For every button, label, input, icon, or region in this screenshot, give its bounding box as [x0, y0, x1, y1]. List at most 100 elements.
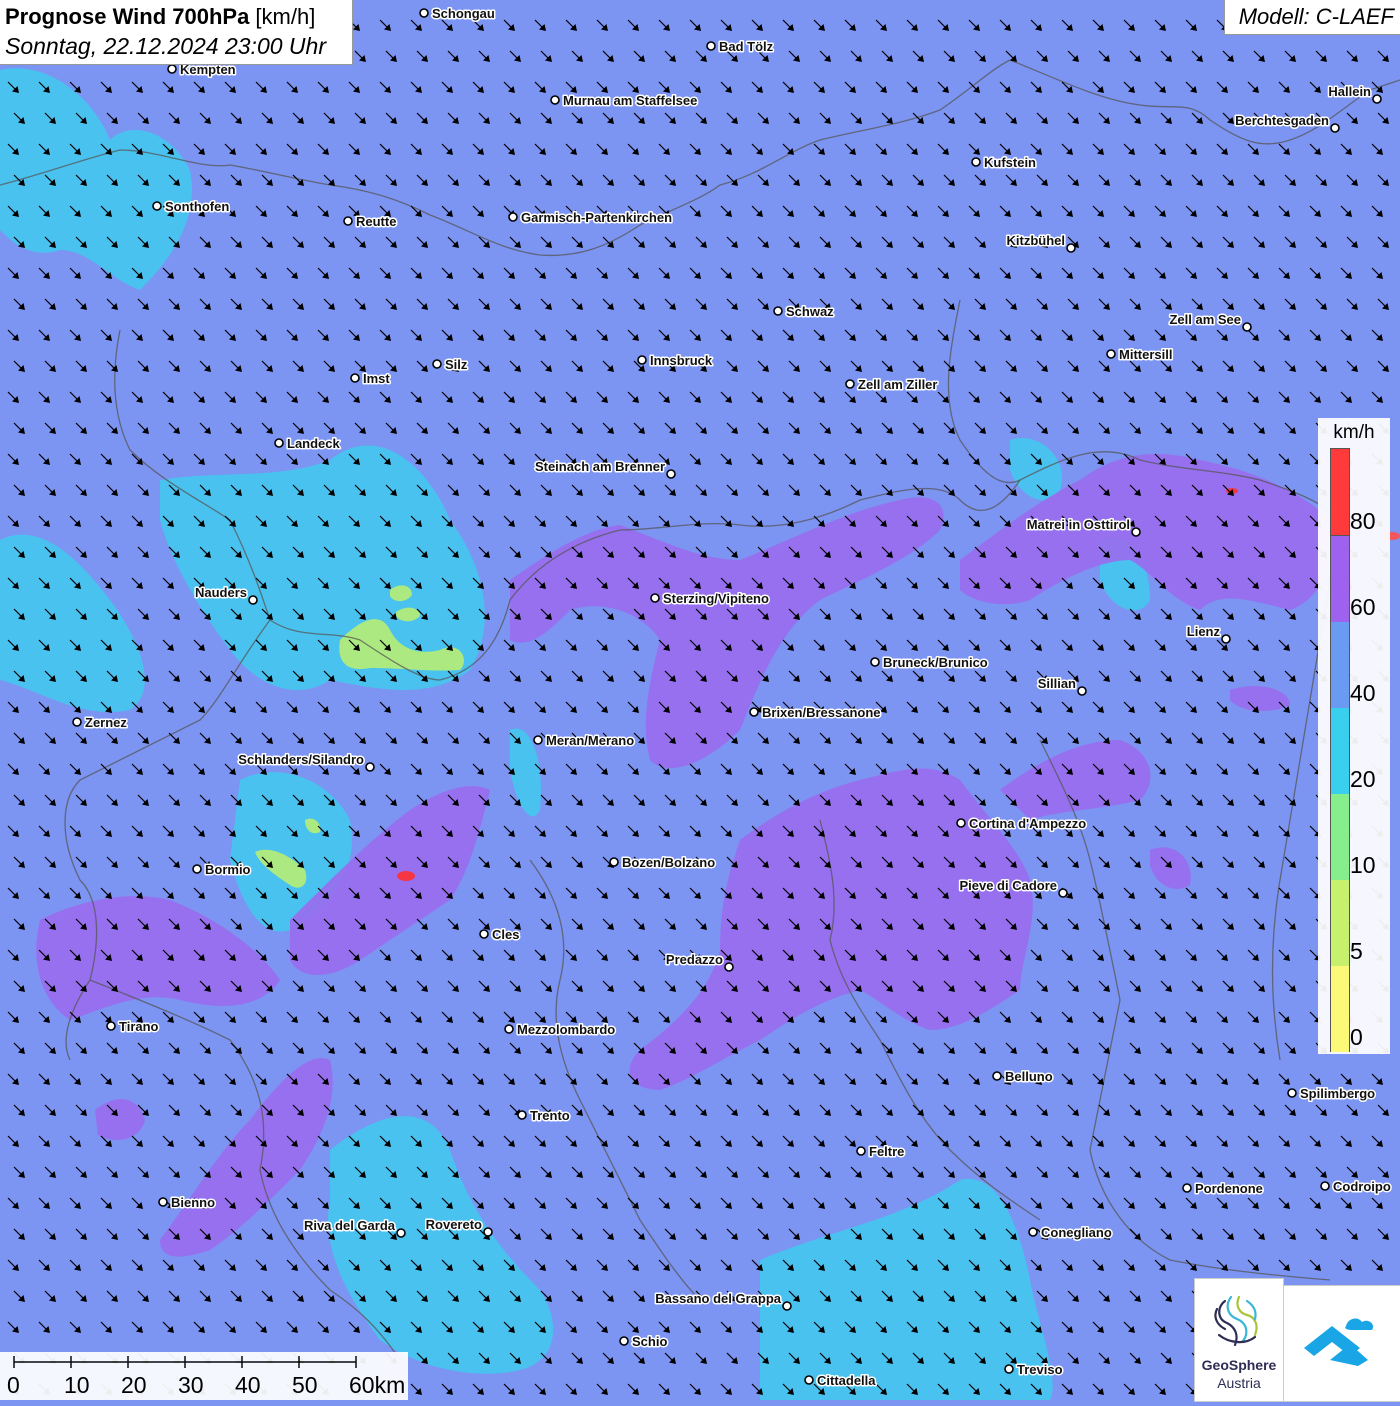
- city-label: Bad Tölz: [719, 39, 774, 54]
- city-label: Zell am Ziller: [858, 377, 937, 392]
- city-label: Innsbruck: [650, 353, 713, 368]
- city-dot-icon: [870, 657, 880, 667]
- city-dot-icon: [350, 373, 360, 383]
- city-label: Conegliano: [1041, 1225, 1112, 1240]
- city-dot-icon: [856, 1146, 866, 1156]
- city-label: Bruneck/Brunico: [883, 655, 988, 670]
- city-dot-icon: [274, 438, 284, 448]
- legend-color-segment: [1331, 965, 1349, 1052]
- city-label: Garmisch-Partenkirchen: [521, 210, 672, 225]
- city-label: Bormio: [205, 862, 251, 877]
- city-label: Feltre: [869, 1144, 904, 1159]
- city-marker[interactable]: Bruneck/Brunico: [870, 654, 989, 672]
- scale-bar-box: [0, 1352, 408, 1400]
- city-dot-icon: [782, 1301, 792, 1311]
- city-dot-icon: [483, 1227, 493, 1237]
- city-label: Imst: [363, 371, 390, 386]
- city-label: Sillian: [1038, 676, 1076, 691]
- city-dot-icon: [992, 1071, 1002, 1081]
- city-dot-icon: [1131, 527, 1141, 537]
- city-label: Mezzolombardo: [517, 1022, 615, 1037]
- legend-color-segment: [1331, 449, 1349, 535]
- city-dot-icon: [1330, 123, 1340, 133]
- city-marker[interactable]: Meran/Merano: [533, 732, 636, 750]
- legend-colorbar: [1330, 448, 1350, 1052]
- city-marker[interactable]: Sonthofen: [152, 198, 231, 216]
- geosphere-emblem-icon: [1214, 1295, 1258, 1347]
- city-marker[interactable]: Zell am Ziller: [845, 376, 939, 394]
- city-dot-icon: [1221, 634, 1231, 644]
- legend-color-segment: [1331, 621, 1349, 708]
- city-marker[interactable]: Conegliano: [1028, 1224, 1113, 1242]
- city-dot-icon: [167, 64, 177, 74]
- city-label: Sterzing/Vipiteno: [663, 591, 769, 606]
- city-marker[interactable]: Brixen/Bressanone: [749, 704, 882, 722]
- city-dot-icon: [343, 216, 353, 226]
- city-dot-icon: [1106, 349, 1116, 359]
- city-label: Brixen/Bressanone: [762, 705, 881, 720]
- wind-map[interactable]: SchongauBad TölzKemptenMurnau am Staffel…: [0, 0, 1400, 1400]
- legend-color-segment: [1331, 535, 1349, 622]
- city-label: Mittersill: [1119, 347, 1172, 362]
- city-label: Berchtesgaden: [1235, 113, 1329, 128]
- city-dot-icon: [550, 95, 560, 105]
- scale-label: 50: [292, 1372, 318, 1398]
- city-label: Zell am See: [1169, 312, 1241, 327]
- city-dot-icon: [72, 717, 82, 727]
- city-label: Hallein: [1328, 84, 1371, 99]
- city-dot-icon: [1066, 243, 1076, 253]
- cloud-app-logo[interactable]: [1283, 1285, 1400, 1402]
- city-label: Bozen/Bolzano: [622, 855, 715, 870]
- map-title: Prognose Wind 700hPa [km/h]: [5, 4, 315, 30]
- city-marker[interactable]: Pordenone: [1182, 1180, 1264, 1198]
- title-box: Prognose Wind 700hPa [km/h] Sonntag, 22.…: [0, 0, 353, 65]
- city-dot-icon: [956, 818, 966, 828]
- city-label: Reutte: [356, 214, 396, 229]
- city-label: Belluno: [1005, 1069, 1053, 1084]
- city-label: Silz: [445, 357, 468, 372]
- city-label: Steinach am Brenner: [535, 459, 665, 474]
- city-dot-icon: [152, 201, 162, 211]
- city-dot-icon: [749, 707, 759, 717]
- city-dot-icon: [106, 1021, 116, 1031]
- city-label: Cortina d'Ampezzo: [969, 816, 1086, 831]
- city-label: Cittadella: [817, 1373, 876, 1388]
- city-marker[interactable]: Mezzolombardo: [504, 1021, 617, 1039]
- city-marker[interactable]: Cortina d'Ampezzo: [956, 815, 1088, 833]
- city-label: Bassano del Grappa: [655, 1291, 781, 1306]
- city-marker[interactable]: Murnau am Staffelsee: [550, 92, 699, 110]
- city-marker[interactable]: Sterzing/Vipiteno: [650, 590, 770, 608]
- city-label: Matrei in Osttirol: [1027, 517, 1130, 532]
- city-dot-icon: [1077, 686, 1087, 696]
- city-dot-icon: [1004, 1364, 1014, 1374]
- city-dot-icon: [1058, 888, 1068, 898]
- scale-label: 20: [121, 1372, 147, 1398]
- city-dot-icon: [479, 929, 489, 939]
- city-label: Codroipo: [1333, 1179, 1391, 1194]
- legend-label: 80: [1350, 508, 1376, 534]
- geosphere-logo[interactable]: GeoSphere Austria: [1194, 1278, 1284, 1402]
- city-dot-icon: [396, 1228, 406, 1238]
- city-marker[interactable]: Innsbruck: [637, 352, 714, 370]
- city-marker[interactable]: Schongau: [419, 5, 496, 23]
- model-label: Modell: C-LAEF: [1238, 4, 1394, 29]
- city-dot-icon: [533, 735, 543, 745]
- city-dot-icon: [504, 1024, 514, 1034]
- city-dot-icon: [666, 469, 676, 479]
- city-dot-icon: [1372, 94, 1382, 104]
- city-dot-icon: [1182, 1183, 1192, 1193]
- city-label: Schlanders/Silandro: [238, 752, 364, 767]
- scale-label: 40: [235, 1372, 261, 1398]
- scale-bar: [13, 1356, 357, 1368]
- city-dot-icon: [619, 1336, 629, 1346]
- city-marker[interactable]: Spilimbergo: [1287, 1085, 1377, 1103]
- city-label: Murnau am Staffelsee: [563, 93, 697, 108]
- city-marker[interactable]: Garmisch-Partenkirchen: [508, 209, 674, 227]
- city-label: Zernez: [85, 715, 127, 730]
- legend-label: 5: [1350, 938, 1363, 964]
- city-dot-icon: [508, 212, 518, 222]
- city-label: Riva del Garda: [304, 1218, 396, 1233]
- city-marker[interactable]: Bozen/Bolzano: [609, 854, 717, 872]
- scale-label: 30: [178, 1372, 204, 1398]
- scale-label: 0: [7, 1372, 20, 1398]
